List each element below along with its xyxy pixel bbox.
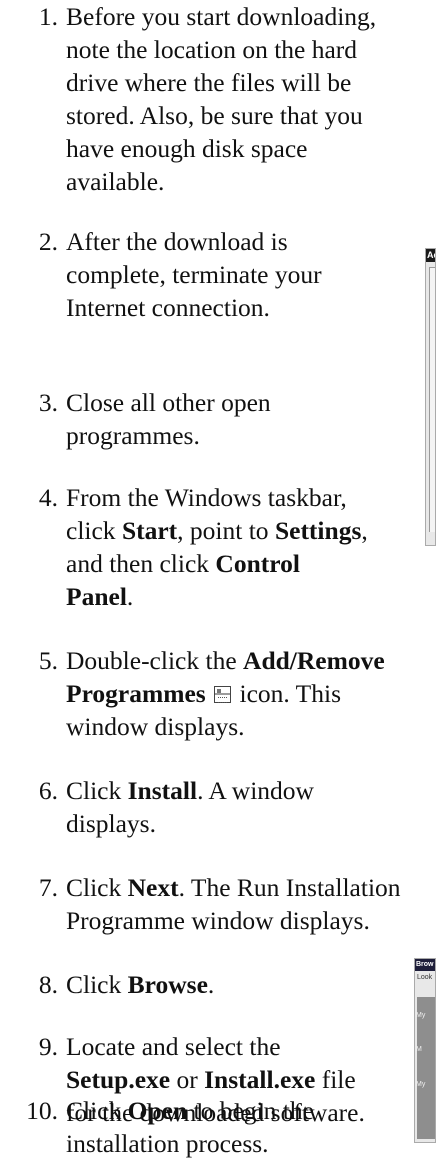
install-exe-term: Install.exe xyxy=(204,1065,316,1094)
window-titlebar: Ac xyxy=(426,249,435,262)
step-line: installation process. xyxy=(66,1129,269,1158)
look-in-label: Look xyxy=(417,974,433,981)
step-text-fragment: Click xyxy=(66,776,128,805)
step-line: available. xyxy=(66,167,165,196)
step-text-fragment: icon. This xyxy=(233,679,342,708)
step-line: Before you start downloading, xyxy=(66,2,377,31)
step-text-fragment: Double-click the xyxy=(66,646,244,675)
add-remove-window-screenshot: Ac xyxy=(425,248,436,546)
window-content-pane xyxy=(429,267,435,532)
step-line: Panel. xyxy=(66,580,368,613)
step-line: Programme window displays. xyxy=(66,906,370,935)
step-line: Internet connection. xyxy=(66,293,270,322)
window-title: Ac xyxy=(427,250,435,260)
step-text: From the Windows taskbar, click Start, p… xyxy=(66,481,368,613)
browse-term: Browse xyxy=(127,970,208,999)
step-text-fragment: and then click xyxy=(66,549,216,578)
step-line: Click Open to begin the xyxy=(66,1094,314,1127)
step-text-fragment: . A window xyxy=(197,776,314,805)
step-number: 2. xyxy=(38,227,58,256)
places-bar-label: My xyxy=(416,1081,426,1088)
step-line: Setup.exe or Install.exe file xyxy=(66,1063,365,1096)
places-bar-label: M xyxy=(416,1046,422,1053)
step-number: 3. xyxy=(38,388,58,417)
step-line: have enough disk space xyxy=(66,134,308,163)
control-panel-term: Panel xyxy=(66,582,127,611)
step-line: displays. xyxy=(66,809,156,838)
step-text-fragment: file xyxy=(315,1065,356,1094)
step-line: programmes. xyxy=(66,421,200,450)
step-text-fragment: , xyxy=(361,516,368,545)
step-line: Click Install. A window xyxy=(66,774,314,807)
step-text: Before you start downloading, note the l… xyxy=(66,0,376,198)
next-term: Next xyxy=(127,873,179,902)
browse-dialog-screenshot: Brow Look My M My xyxy=(414,958,436,1143)
install-term: Install xyxy=(127,776,198,805)
step-line: window displays. xyxy=(66,712,245,741)
step-text-fragment: or xyxy=(170,1065,205,1094)
add-remove-term: Programmes xyxy=(66,679,206,708)
step-line: Programmes icon. This xyxy=(66,677,385,710)
places-bar-label: My xyxy=(416,1012,426,1019)
step-text: Click Install. A window displays. xyxy=(66,774,314,840)
step-text-fragment: . The Run Installation xyxy=(178,873,401,902)
open-term: Open xyxy=(127,1096,188,1125)
step-text: After the download is complete, terminat… xyxy=(66,225,322,324)
start-menu-term: Start xyxy=(121,516,178,545)
step-line: Close all other open xyxy=(66,388,271,417)
step-text: Click Open to begin the installation pro… xyxy=(66,1094,314,1160)
step-number: 8. xyxy=(38,970,58,999)
step-text-fragment: Click xyxy=(66,970,128,999)
step-text-fragment: . xyxy=(207,970,215,999)
step-line: click Start, point to Settings, xyxy=(66,514,368,547)
step-text-fragment: Click xyxy=(66,1096,128,1125)
control-panel-term: Control xyxy=(215,549,300,578)
step-line: Locate and select the xyxy=(66,1032,281,1061)
step-number: 7. xyxy=(38,873,58,902)
add-remove-term: Add/Remove xyxy=(243,646,385,675)
step-number: 4. xyxy=(38,483,58,512)
step-text: Double-click the Add/Remove Programmes i… xyxy=(66,644,385,743)
settings-menu-term: Settings xyxy=(274,516,362,545)
step-number: 10. xyxy=(26,1096,58,1125)
step-text-fragment: , point to xyxy=(177,516,275,545)
step-line: Double-click the Add/Remove xyxy=(66,644,385,677)
step-text-fragment: Click xyxy=(66,873,128,902)
step-number: 5. xyxy=(38,646,58,675)
step-number: 1. xyxy=(38,2,58,31)
step-text-fragment: click xyxy=(66,516,122,545)
setup-exe-term: Setup.exe xyxy=(66,1065,171,1094)
step-number: 6. xyxy=(38,776,58,805)
step-line: and then click Control xyxy=(66,547,368,580)
step-text: Click Browse. xyxy=(66,968,214,1001)
step-line: After the download is xyxy=(66,227,288,256)
step-line: note the location on the hard xyxy=(66,35,358,64)
step-line: Click Browse. xyxy=(66,968,214,1001)
step-line: complete, terminate your xyxy=(66,260,322,289)
step-line: From the Windows taskbar, xyxy=(66,483,347,512)
step-number: 9. xyxy=(38,1032,58,1061)
step-line: Click Next. The Run Installation xyxy=(66,871,401,904)
step-line: stored. Also, be sure that you xyxy=(66,101,363,130)
add-remove-programs-icon xyxy=(214,686,232,703)
step-text: Click Next. The Run Installation Program… xyxy=(66,871,401,937)
dialog-titlebar: Brow xyxy=(415,959,435,971)
dialog-title: Brow xyxy=(416,961,434,968)
step-line: drive where the files will be xyxy=(66,68,352,97)
step-text: Close all other open programmes. xyxy=(66,386,271,452)
step-text-fragment: to begin the xyxy=(187,1096,314,1125)
step-text-fragment: . xyxy=(126,582,134,611)
